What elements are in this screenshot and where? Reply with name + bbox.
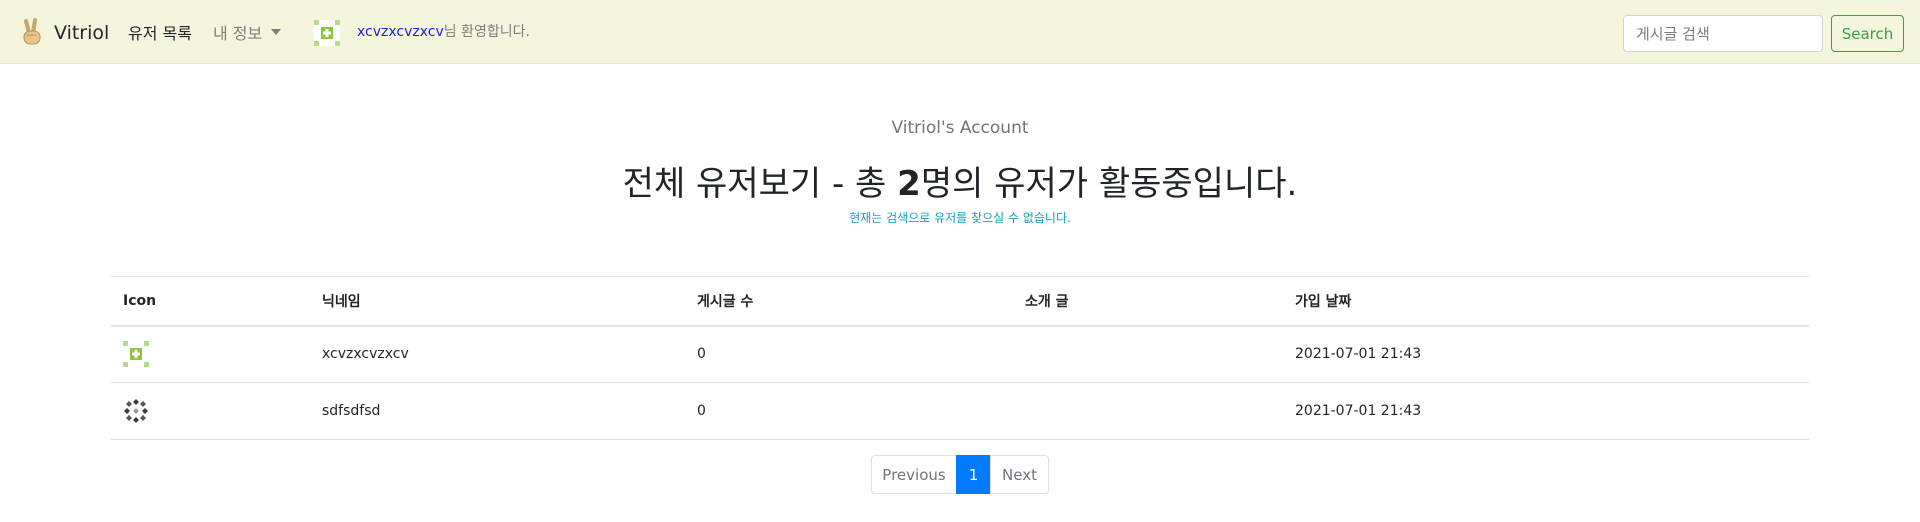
search-notice: 현재는 검색으로 유저를 찾으실 수 없습니다. xyxy=(849,211,1071,225)
column-header-intro: 소개 글 xyxy=(1025,293,1069,310)
table-header-row: Icon 닉네임 게시글 수 소개 글 가입 날짜 xyxy=(111,276,1809,326)
page-1-button[interactable]: 1 xyxy=(956,455,991,494)
nav-users-link[interactable]: 유저 목록 xyxy=(128,20,192,44)
column-header-posts: 게시글 수 xyxy=(697,293,754,310)
row-posts: 0 xyxy=(697,346,706,363)
chevron-down-icon xyxy=(271,29,282,35)
page-title-prefix: 전체 유저보기 - 총 xyxy=(622,164,898,204)
column-header-joined: 가입 날짜 xyxy=(1295,293,1352,310)
nav-my-info-label: 내 정보 xyxy=(213,24,263,43)
brand-link[interactable]: Vitriol xyxy=(18,16,109,50)
page-previous-button[interactable]: Previous xyxy=(871,455,957,494)
user-count: 2 xyxy=(897,164,921,204)
table-row: sdfsdfsd 0 2021-07-01 21:43 xyxy=(111,383,1809,440)
welcome-suffix: 님 환영합니다. xyxy=(443,24,530,40)
identicon-green-icon xyxy=(123,341,149,368)
page-title: 전체 유저보기 - 총 2명의 유저가 활동중입니다. xyxy=(0,156,1920,205)
identicon-green-icon xyxy=(314,20,340,46)
row-joined: 2021-07-01 21:43 xyxy=(1295,403,1422,419)
row-posts: 0 xyxy=(697,403,706,419)
row-nickname: sdfsdfsd xyxy=(322,403,381,419)
row-nickname: xcvzxcvzxcv xyxy=(322,346,409,363)
row-intro xyxy=(1013,326,1283,383)
welcome-message: xcvzxcvzxcv님 환영합니다. xyxy=(357,21,530,41)
welcome-username[interactable]: xcvzxcvzxcv xyxy=(357,24,444,40)
pagination: Previous 1 Next xyxy=(871,455,1049,494)
nav-my-info-dropdown[interactable]: 내 정보 xyxy=(213,20,282,44)
identicon-dark-icon xyxy=(123,398,149,424)
page-title-suffix: 명의 유저가 활동중입니다. xyxy=(920,164,1298,204)
peace-hand-icon xyxy=(23,18,41,45)
user-table-container: Icon 닉네임 게시글 수 소개 글 가입 날짜 xcvzxcvzxcv 0 … xyxy=(111,276,1809,440)
row-icon-cell xyxy=(111,326,310,383)
row-icon-cell xyxy=(111,383,310,440)
search-input[interactable] xyxy=(1623,15,1823,52)
column-header-icon: Icon xyxy=(123,292,157,309)
column-header-nickname: 닉네임 xyxy=(322,293,361,310)
page-next-button[interactable]: Next xyxy=(990,455,1049,494)
search-button[interactable]: Search xyxy=(1831,15,1904,52)
navbar: Vitriol 유저 목록 내 정보 xcvzxcvzxcv님 환영합니다. S… xyxy=(0,0,1920,64)
account-subtitle: Vitriol's Account xyxy=(891,118,1029,138)
row-intro xyxy=(1013,383,1283,440)
user-table: Icon 닉네임 게시글 수 소개 글 가입 날짜 xcvzxcvzxcv 0 … xyxy=(111,276,1809,440)
brand-name: Vitriol xyxy=(54,22,110,44)
row-joined: 2021-07-01 21:43 xyxy=(1295,346,1422,363)
table-row: xcvzxcvzxcv 0 2021-07-01 21:43 xyxy=(111,326,1809,383)
